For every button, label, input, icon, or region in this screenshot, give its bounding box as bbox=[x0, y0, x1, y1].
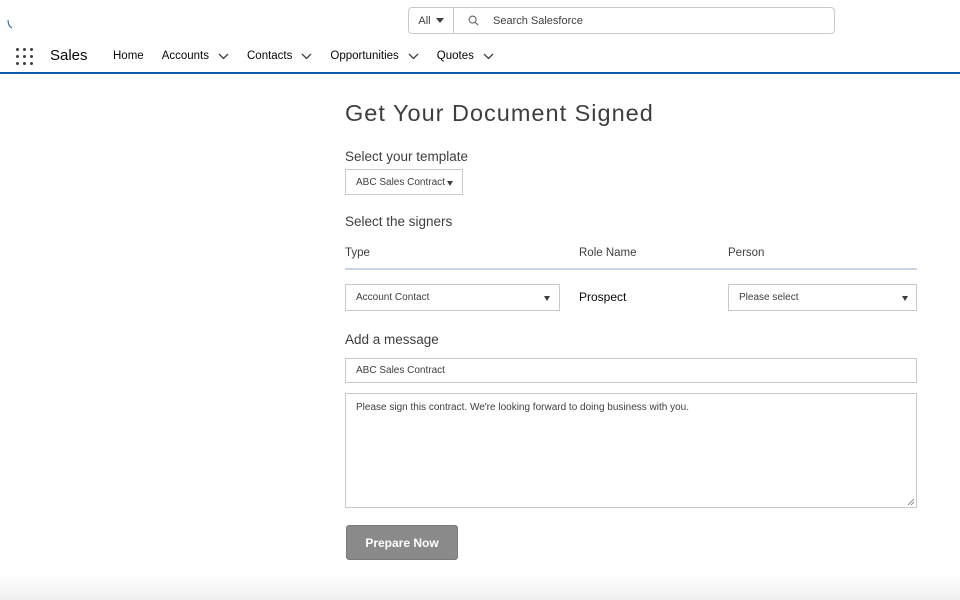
search-scope-label: All bbox=[418, 14, 431, 27]
chevron-down-icon[interactable] bbox=[408, 53, 419, 60]
search-scope-dropdown[interactable]: All bbox=[409, 8, 454, 33]
search-icon bbox=[468, 15, 479, 26]
template-select-value: ABC Sales Contract bbox=[356, 176, 445, 188]
prepare-now-button[interactable]: Prepare Now bbox=[346, 525, 458, 560]
nav-item-home[interactable]: Home bbox=[113, 40, 144, 72]
nav-item-label: Quotes bbox=[436, 50, 474, 62]
caret-down-icon bbox=[447, 181, 453, 186]
column-header-person: Person bbox=[728, 247, 765, 259]
resize-handle-icon[interactable] bbox=[907, 498, 915, 506]
template-select[interactable]: ABC Sales Contract bbox=[345, 169, 463, 195]
logo-fragment bbox=[7, 19, 13, 29]
signers-label: Select the signers bbox=[345, 214, 453, 229]
column-header-role: Role Name bbox=[579, 247, 637, 259]
caret-down-icon bbox=[544, 296, 550, 301]
signer-person-value: Please select bbox=[739, 292, 799, 303]
nav-item-opportunities[interactable]: Opportunities bbox=[330, 40, 419, 72]
search-input[interactable] bbox=[493, 14, 793, 27]
search-field bbox=[454, 8, 834, 33]
signer-role-value: Prospect bbox=[579, 290, 627, 304]
column-header-type: Type bbox=[345, 247, 370, 259]
chevron-down-icon[interactable] bbox=[483, 53, 494, 60]
chevron-down-icon[interactable] bbox=[301, 53, 312, 60]
app-nav-bar: Sales Home Accounts Contacts Opportuniti… bbox=[0, 40, 960, 74]
nav-item-label: Accounts bbox=[161, 50, 209, 62]
nav-item-quotes[interactable]: Quotes bbox=[437, 40, 494, 72]
chevron-down-icon[interactable] bbox=[218, 53, 229, 60]
signer-type-value: Account Contact bbox=[356, 292, 430, 303]
app-name: Sales bbox=[50, 47, 88, 64]
page-title: Get Your Document Signed bbox=[345, 100, 654, 126]
caret-down-icon bbox=[902, 296, 908, 301]
table-divider bbox=[345, 268, 917, 270]
nav-item-accounts[interactable]: Accounts bbox=[162, 40, 229, 72]
message-label: Add a message bbox=[345, 332, 439, 347]
subject-input[interactable] bbox=[345, 358, 917, 383]
page-bottom-shadow bbox=[0, 574, 960, 600]
nav-item-label: Home bbox=[113, 50, 144, 62]
global-search: All bbox=[408, 7, 835, 34]
nav-item-label: Contacts bbox=[247, 50, 293, 62]
nav-item-label: Opportunities bbox=[330, 50, 399, 62]
signer-type-select[interactable]: Account Contact bbox=[345, 284, 560, 311]
nav-item-contacts[interactable]: Contacts bbox=[247, 40, 312, 72]
signer-person-select[interactable]: Please select bbox=[728, 284, 917, 311]
template-label: Select your template bbox=[345, 149, 469, 164]
app-launcher-icon[interactable] bbox=[16, 48, 33, 65]
nav-items: Home Accounts Contacts Opportunities Quo… bbox=[113, 40, 512, 72]
message-textarea[interactable]: Please sign this contract. We're looking… bbox=[345, 393, 917, 508]
caret-down-icon bbox=[435, 18, 444, 23]
